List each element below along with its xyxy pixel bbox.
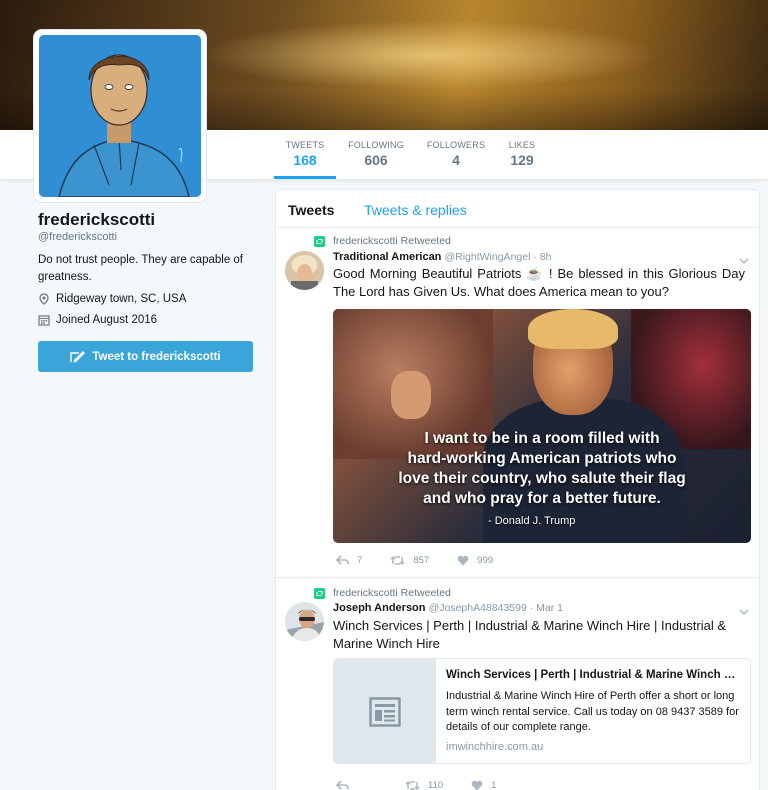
retweet-badge-icon <box>314 235 325 247</box>
chevron-down-icon[interactable] <box>739 604 749 615</box>
media-figure-hair <box>528 309 618 349</box>
tab-tweets-replies[interactable]: Tweets & replies <box>364 202 467 218</box>
stat-following-value: 606 <box>364 152 388 168</box>
media-quote-line: and who pray for a better future. <box>423 490 661 507</box>
retweet-action[interactable]: 857 <box>390 555 429 566</box>
profile-bio: Do not trust people. They are capable of… <box>38 254 244 283</box>
heart-icon <box>457 555 469 566</box>
avatar-image <box>39 35 201 197</box>
retweet-context: frederickscotti Retweeted <box>314 235 451 247</box>
reply-action[interactable]: 7 <box>336 555 362 566</box>
tweet-header: Traditional American @RightWingAngel · 8… <box>333 251 551 263</box>
retweet-badge-icon <box>314 587 325 599</box>
compose-icon <box>70 351 86 363</box>
retweet-count: 110 <box>428 780 444 790</box>
stat-following[interactable]: FOLLOWING 606 <box>345 140 407 168</box>
reply-icon <box>336 780 349 790</box>
calendar-icon <box>38 314 50 326</box>
media-figure-fist <box>391 371 431 419</box>
tweet-handle-time[interactable]: @RightWingAngel · 8h <box>444 251 551 263</box>
stat-followers[interactable]: FOLLOWERS 4 <box>424 140 488 168</box>
stat-following-label: FOLLOWING <box>348 140 404 150</box>
retweet-context-text[interactable]: frederickscotti Retweeted <box>333 235 451 247</box>
media-quote-line: love their country, who salute their fla… <box>398 470 686 487</box>
reply-count: 7 <box>357 555 363 566</box>
stat-tweets-value: 168 <box>293 152 317 168</box>
reply-icon <box>336 555 349 565</box>
chevron-down-icon[interactable] <box>739 253 749 264</box>
like-count: 1 <box>491 780 497 790</box>
media-quote-line: hard-working American patriots who <box>407 450 677 467</box>
tweet-header: Joseph Anderson @JosephA48843599 · Mar 1 <box>333 602 563 614</box>
banner-glow <box>200 20 660 90</box>
link-card-url: imwinchhire.com.au <box>446 741 544 753</box>
tweet-author-name[interactable]: Joseph Anderson <box>333 602 426 614</box>
tweet-actions: 7 857 999 <box>336 555 521 566</box>
tweet-to-button[interactable]: Tweet to frederickscotti <box>38 341 253 372</box>
document-icon <box>369 697 401 727</box>
profile-joined: Joined August 2016 <box>38 314 157 326</box>
timeline-tabs: Tweets Tweets & replies <box>276 190 759 228</box>
stat-tweets-label: TWEETS <box>285 140 325 150</box>
stat-likes-label: LIKES <box>508 140 536 150</box>
profile-avatar[interactable] <box>34 30 206 202</box>
profile-name[interactable]: frederickscotti <box>38 210 155 230</box>
media-attribution: - Donald J. Trump <box>488 515 576 527</box>
tweet-author-name[interactable]: Traditional American <box>333 251 441 263</box>
profile-joined-text: Joined August 2016 <box>56 314 158 326</box>
tweet-item[interactable]: frederickscotti Retweeted Traditional Am… <box>276 229 759 578</box>
stat-tweets[interactable]: TWEETS 168 <box>274 140 336 168</box>
stat-followers-value: 4 <box>452 152 460 168</box>
media-quote-line: I want to be in a room filled with <box>424 430 660 447</box>
tweet-avatar[interactable] <box>285 251 324 290</box>
tweet-media-image[interactable]: I want to be in a room filled with hard-… <box>333 309 751 543</box>
retweet-icon <box>390 555 405 566</box>
timeline: Tweets Tweets & replies frederickscotti … <box>275 189 760 790</box>
tab-tweets[interactable]: Tweets <box>288 202 334 218</box>
tweet-avatar[interactable] <box>285 602 324 641</box>
profile-location-text: Ridgeway town, SC, USA <box>56 293 187 305</box>
like-count: 999 <box>477 555 494 566</box>
link-card-thumbnail <box>334 659 436 763</box>
tweet-text: Winch Services | Perth | Industrial & Ma… <box>333 618 727 651</box>
tweet-actions: 110 1 <box>336 780 524 790</box>
like-action[interactable]: 1 <box>471 780 496 790</box>
like-action[interactable]: 999 <box>457 555 493 566</box>
reply-action[interactable] <box>336 780 357 790</box>
tweet-text: Good Morning Beautiful Patriots ☕ ! Be b… <box>333 266 745 299</box>
retweet-count: 857 <box>413 555 430 566</box>
tweet-to-label: Tweet to frederickscotti <box>92 350 221 363</box>
retweet-icon <box>405 780 420 790</box>
retweet-context-text[interactable]: frederickscotti Retweeted <box>333 587 451 599</box>
stat-likes[interactable]: LIKES 129 <box>500 140 544 168</box>
media-quote: I want to be in a room filled with hard-… <box>333 429 751 509</box>
heart-icon <box>471 780 483 790</box>
link-card-title: Winch Services | Perth | Industrial & Ma… <box>446 669 742 681</box>
profile-handle[interactable]: @frederickscotti <box>38 231 117 243</box>
link-card-description: Industrial & Marine Winch Hire of Perth … <box>446 690 739 733</box>
active-stat-underline <box>274 176 336 179</box>
retweet-action[interactable]: 110 <box>405 780 443 790</box>
stat-likes-value: 129 <box>510 152 534 168</box>
profile-location: Ridgeway town, SC, USA <box>38 293 186 305</box>
stat-followers-label: FOLLOWERS <box>426 140 486 150</box>
tweet-item[interactable]: frederickscotti Retweeted Joseph Anderso… <box>276 582 759 790</box>
retweet-context: frederickscotti Retweeted <box>314 587 451 599</box>
tweet-handle-time[interactable]: @JosephA48843599 · Mar 1 <box>429 602 563 614</box>
location-pin-icon <box>38 293 50 305</box>
link-card[interactable]: Winch Services | Perth | Industrial & Ma… <box>333 658 751 764</box>
